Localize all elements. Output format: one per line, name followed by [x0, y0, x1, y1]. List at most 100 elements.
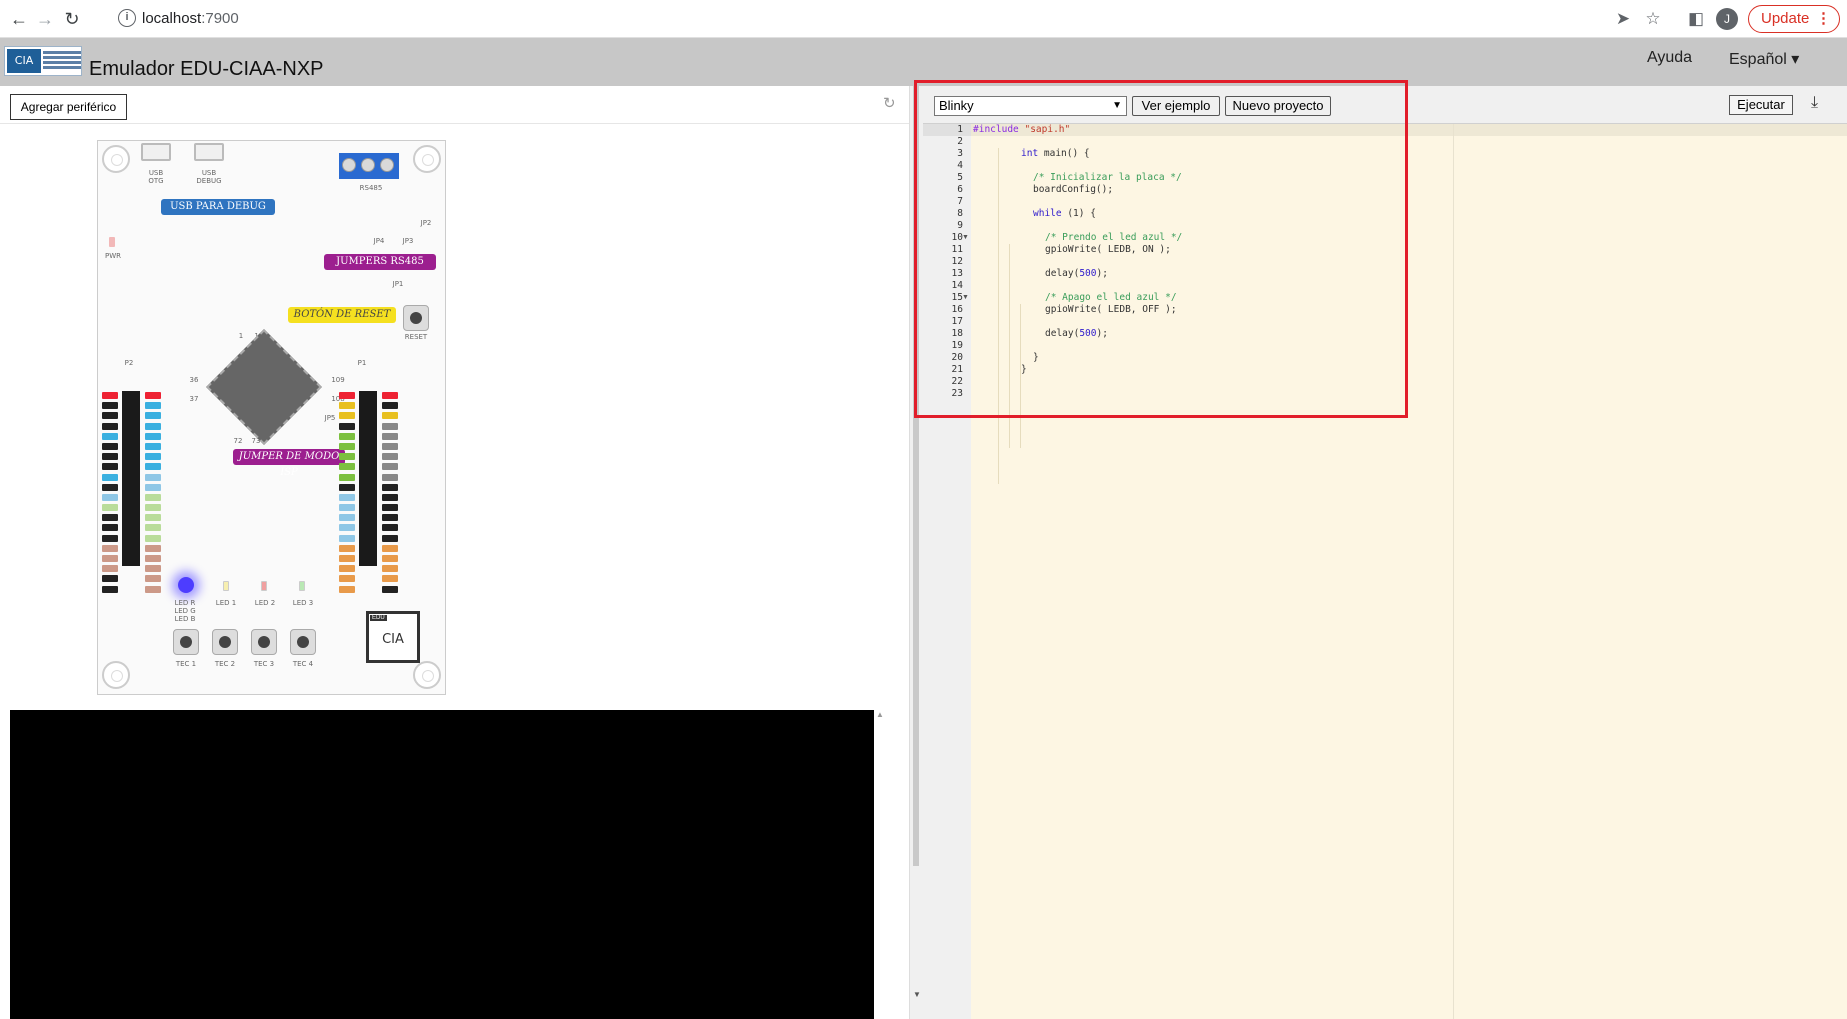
led3 [299, 581, 305, 591]
pin-label-block [145, 544, 161, 552]
pin-label-block [102, 493, 118, 501]
pin-label-block [339, 565, 355, 573]
pin-label: 1 [238, 332, 244, 340]
send-icon[interactable]: ➤ [1612, 8, 1634, 30]
add-peripheral-button[interactable]: Agregar periférico [10, 94, 127, 120]
p1-pin-labels-left [339, 392, 355, 596]
profile-avatar[interactable]: J [1716, 8, 1738, 30]
reset-button[interactable] [403, 305, 429, 331]
led1 [223, 581, 229, 591]
reset-callout: BOTÓN DE RESET [288, 307, 396, 323]
help-link[interactable]: Ayuda [1647, 49, 1692, 67]
pin-label-block [102, 555, 118, 562]
tec4-button[interactable] [290, 629, 316, 655]
side-panel-icon[interactable]: ◧ [1685, 8, 1707, 30]
pin-label-block [145, 575, 161, 583]
tec2-button[interactable] [212, 629, 238, 655]
jp5-label: JP5 [324, 414, 336, 422]
pin-label-block [145, 524, 161, 532]
language-dropdown[interactable]: Español ▾ [1729, 49, 1799, 69]
bookmark-star-icon[interactable]: ☆ [1642, 8, 1664, 30]
jp2-label: JP2 [420, 219, 432, 227]
site-info-icon[interactable]: i [118, 9, 136, 27]
pin-label-block [382, 544, 398, 552]
pin-label-block [339, 524, 355, 532]
usb-otg-label: USB OTG [148, 169, 164, 185]
pin-label-block [102, 392, 118, 399]
reload-icon[interactable]: ↻ [61, 8, 83, 30]
pin-label-block [339, 402, 355, 410]
p2-label: P2 [124, 359, 134, 367]
back-icon[interactable]: ← [8, 8, 30, 30]
highlight-box [914, 80, 1408, 418]
pin-label-block [339, 442, 355, 450]
pin-label-block [382, 422, 398, 430]
pin-label-block [102, 534, 118, 542]
left-panel: Agregar periférico ↻ USB OTG USB DEBUG U… [0, 86, 909, 1019]
update-button[interactable]: Update ⋮ [1748, 5, 1840, 33]
tec1-button[interactable] [173, 629, 199, 655]
led2 [261, 581, 267, 591]
refresh-icon[interactable]: ↻ [883, 94, 896, 112]
pin-label-block [145, 585, 161, 593]
pin-label-block [339, 585, 355, 593]
edu-ciaa-board: USB OTG USB DEBUG USB PARA DEBUG RS485 J… [97, 140, 446, 695]
app-header: CIA Emulador EDU-CIAA-NXP Ayuda Español … [0, 38, 1847, 86]
browser-toolbar: ← → ↻ i localhost:7900 ➤ ☆ ◧ J Update ⋮ [0, 0, 1847, 38]
usb-debug-label: USB DEBUG [196, 169, 222, 185]
tec2-label: TEC 2 [214, 660, 236, 668]
pin-label-block [382, 524, 398, 532]
editor-scroll-down-icon[interactable]: ▼ [913, 990, 921, 999]
rs485-terminal [339, 153, 399, 179]
jp3-label: JP3 [402, 237, 414, 245]
pin-label-block [339, 493, 355, 501]
peripheral-toolbar: Agregar periférico ↻ [0, 86, 909, 124]
download-icon[interactable]: ⤓ [1811, 94, 1818, 112]
edu-logo-text: CIA [382, 632, 404, 647]
tec4-label: TEC 4 [292, 660, 314, 668]
pin-label-block [382, 412, 398, 420]
pin-label-block [339, 555, 355, 562]
led1-label: LED 1 [215, 599, 237, 607]
pin-label-block [339, 483, 355, 491]
p2-pin-labels-left [102, 392, 118, 596]
pin-label-block [382, 534, 398, 542]
serial-terminal[interactable] [10, 710, 874, 1019]
pwr-label: PWR [104, 252, 121, 260]
pin-label-block [339, 463, 355, 471]
address-bar[interactable]: i localhost:7900 [106, 5, 1586, 33]
jp1-label: JP1 [392, 280, 404, 288]
jumpers-rs485-callout: JUMPERS RS485 [324, 254, 436, 270]
pin-label-block [339, 392, 355, 399]
run-button[interactable]: Ejecutar [1729, 95, 1793, 115]
terminal-scrollbar[interactable]: ▲ [874, 710, 886, 1019]
pin-label-block [102, 544, 118, 552]
tec3-label: TEC 3 [253, 660, 275, 668]
pin-label-block [102, 422, 118, 430]
pin-label-block [102, 402, 118, 410]
pin-label-block [382, 493, 398, 501]
forward-icon[interactable]: → [34, 8, 56, 30]
pin-label-block [382, 483, 398, 491]
logo-mark: CIA [7, 49, 41, 73]
tec1-label: TEC 1 [175, 660, 197, 668]
pin-label-block [102, 453, 118, 461]
pin-label-block [382, 575, 398, 583]
reset-label: RESET [404, 333, 428, 341]
pin-label-block [382, 402, 398, 410]
pin-label-block [102, 575, 118, 583]
pin-label-block [145, 422, 161, 430]
pin-label-block [382, 442, 398, 450]
pin-label-block [145, 432, 161, 440]
pin-label-block [382, 555, 398, 562]
pin-label-block [382, 453, 398, 461]
led3-label: LED 3 [292, 599, 314, 607]
pin-label-block [145, 442, 161, 450]
lpc4337-chip [206, 329, 322, 445]
pin-label-block [339, 453, 355, 461]
tec3-button[interactable] [251, 629, 277, 655]
pin-label-block [382, 585, 398, 593]
pin-label-block [145, 483, 161, 491]
url-text: localhost:7900 [142, 10, 239, 27]
pin-label: 37 [189, 395, 199, 403]
